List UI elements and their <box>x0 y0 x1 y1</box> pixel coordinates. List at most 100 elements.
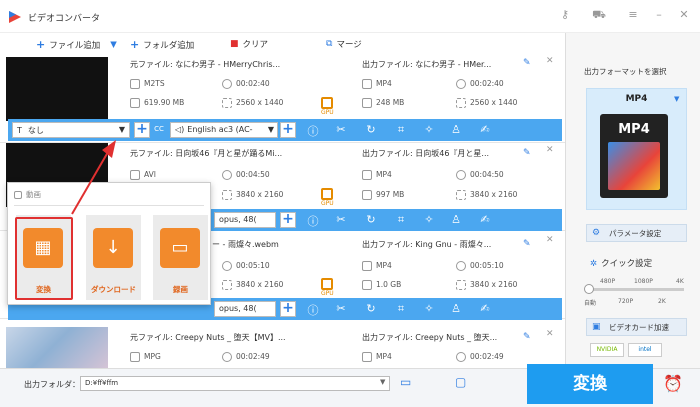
audio-select[interactable]: ◁) English ac3 (AC- ▼ <box>170 122 278 138</box>
audio-select[interactable]: opus, 48( <box>214 301 276 317</box>
crop-icon[interactable]: ⌗ <box>394 123 408 137</box>
gpu-icon: GPU <box>321 188 334 207</box>
format-icon <box>130 170 140 180</box>
add-audio-button[interactable]: + <box>280 301 296 317</box>
effect-icon[interactable]: ✧ <box>422 123 436 136</box>
resolution-icon <box>222 98 232 108</box>
trash-icon: ■ <box>230 39 239 49</box>
format-icon <box>362 261 372 271</box>
rotate-icon[interactable]: ↻ <box>364 302 378 315</box>
cart-icon[interactable]: ⛟ <box>591 8 607 23</box>
clock-icon <box>456 261 466 271</box>
rotate-icon[interactable]: ↻ <box>364 123 378 136</box>
film-image <box>608 142 660 190</box>
gear-icon: ✲ <box>590 259 598 269</box>
watermark-icon[interactable]: ♙ <box>449 302 463 315</box>
clock-icon <box>456 170 466 180</box>
edit-name-icon[interactable]: ✎ <box>523 239 531 249</box>
add-folder-button[interactable]: + フォルダ追加 <box>130 38 194 51</box>
preview-icon[interactable]: ▢ <box>455 375 466 389</box>
subtitle-select[interactable]: T なし ▼ <box>12 122 130 138</box>
video-thumbnail[interactable] <box>6 327 108 368</box>
add-file-button[interactable]: + ファイル追加 ▼ <box>36 38 117 51</box>
slider-knob[interactable] <box>584 284 594 294</box>
popup-header: 動画 <box>14 189 41 200</box>
merge-button[interactable]: ⧉ マージ <box>326 38 362 50</box>
edit-name-icon[interactable]: ✎ <box>523 332 531 342</box>
convert-button[interactable]: 変換 <box>527 364 653 404</box>
watermark-icon[interactable]: ♙ <box>449 123 463 136</box>
effect-icon[interactable]: ✧ <box>422 213 436 226</box>
file-row: 元ファイル: Creepy Nuts _ 堕天【MV】... MPG 00:02… <box>0 319 565 368</box>
resolution-icon <box>456 190 466 200</box>
cc-icon[interactable]: CC <box>152 125 166 133</box>
output-folder-input[interactable]: D:¥ff¥ffm <box>80 376 390 391</box>
remove-file-icon[interactable]: ✕ <box>546 235 554 245</box>
info-icon[interactable]: ⓘ <box>306 123 320 139</box>
plus-icon: + <box>130 38 140 51</box>
add-subtitle-button[interactable]: + <box>134 122 150 138</box>
intel-badge: intel <box>628 343 662 357</box>
watermark-icon[interactable]: ♙ <box>449 213 463 226</box>
effect-icon[interactable]: ✧ <box>422 302 436 315</box>
video-thumbnail[interactable] <box>6 57 108 121</box>
quick-settings-label: ✲ クイック設定 <box>590 259 653 269</box>
edit-icon[interactable]: ✍ <box>478 213 492 226</box>
rotate-icon[interactable]: ↻ <box>364 213 378 226</box>
clear-button[interactable]: ■ クリア <box>230 38 268 50</box>
key-icon[interactable]: ⚷ <box>557 8 573 21</box>
resolution-icon <box>222 280 232 290</box>
info-icon[interactable]: ⓘ <box>306 213 320 229</box>
screen-record-icon: ▭ <box>160 228 200 268</box>
clock-icon <box>222 261 232 271</box>
format-icon <box>362 79 372 89</box>
filesize-icon <box>362 190 372 200</box>
chevron-down-icon[interactable]: ▼ <box>380 378 385 386</box>
cut-icon[interactable]: ✂ <box>334 302 348 315</box>
edit-icon[interactable]: ✍ <box>478 123 492 136</box>
remove-file-icon[interactable]: ✕ <box>546 329 554 339</box>
dropdown-icon[interactable]: ▼ <box>110 40 117 50</box>
filesize-icon <box>362 280 372 290</box>
filesize-icon <box>362 98 372 108</box>
highlight-box <box>15 217 73 300</box>
parameter-settings-button[interactable]: パラメータ設定 <box>586 224 687 242</box>
merge-icon: ⧉ <box>326 39 333 49</box>
cut-icon[interactable]: ✂ <box>334 213 348 226</box>
audio-select[interactable]: opus, 48( <box>214 212 276 228</box>
clock-icon <box>222 352 232 362</box>
format-icon <box>362 352 372 362</box>
alarm-icon[interactable]: ⏰ <box>663 374 683 393</box>
chip-icon: ▣ <box>592 322 601 332</box>
nvidia-badge: NVIDIA <box>590 343 624 357</box>
row-control-bar: T なし ▼ + CC ◁) English ac3 (AC- ▼ + ⓘ ✂ ↻ ⌗ … <box>8 119 562 141</box>
resolution-icon <box>456 280 466 290</box>
plus-icon: + <box>36 38 46 51</box>
edit-icon[interactable]: ✍ <box>478 302 492 315</box>
output-folder-label: 出力フォルダ： <box>24 380 80 389</box>
edit-name-icon[interactable]: ✎ <box>523 58 531 68</box>
app-logo-icon <box>9 11 21 23</box>
chevron-down-icon[interactable]: ▼ <box>674 95 679 103</box>
remove-file-icon[interactable]: ✕ <box>546 56 554 66</box>
add-audio-button[interactable]: + <box>280 122 296 138</box>
folder-icon[interactable]: ▭ <box>400 375 411 389</box>
chevron-down-icon: ▼ <box>267 125 274 134</box>
remove-file-icon[interactable]: ✕ <box>546 145 554 155</box>
gpu-acceleration-button[interactable]: ビデオカード加速 <box>586 318 687 336</box>
minimize-button[interactable]: – <box>651 8 667 21</box>
quality-slider[interactable] <box>588 288 684 291</box>
gpu-icon: GPU <box>321 278 334 297</box>
edit-name-icon[interactable]: ✎ <box>523 148 531 158</box>
chevron-down-icon: ▼ <box>118 125 125 134</box>
crop-icon[interactable]: ⌗ <box>394 302 408 316</box>
close-window-button[interactable]: ✕ <box>676 8 692 21</box>
crop-icon[interactable]: ⌗ <box>394 213 408 227</box>
resolution-icon <box>222 190 232 200</box>
menu-icon[interactable]: ≡ <box>625 8 641 21</box>
clock-icon <box>456 352 466 362</box>
format-icon <box>130 79 140 89</box>
cut-icon[interactable]: ✂ <box>334 123 348 136</box>
add-audio-button[interactable]: + <box>280 212 296 228</box>
info-icon[interactable]: ⓘ <box>306 302 320 318</box>
